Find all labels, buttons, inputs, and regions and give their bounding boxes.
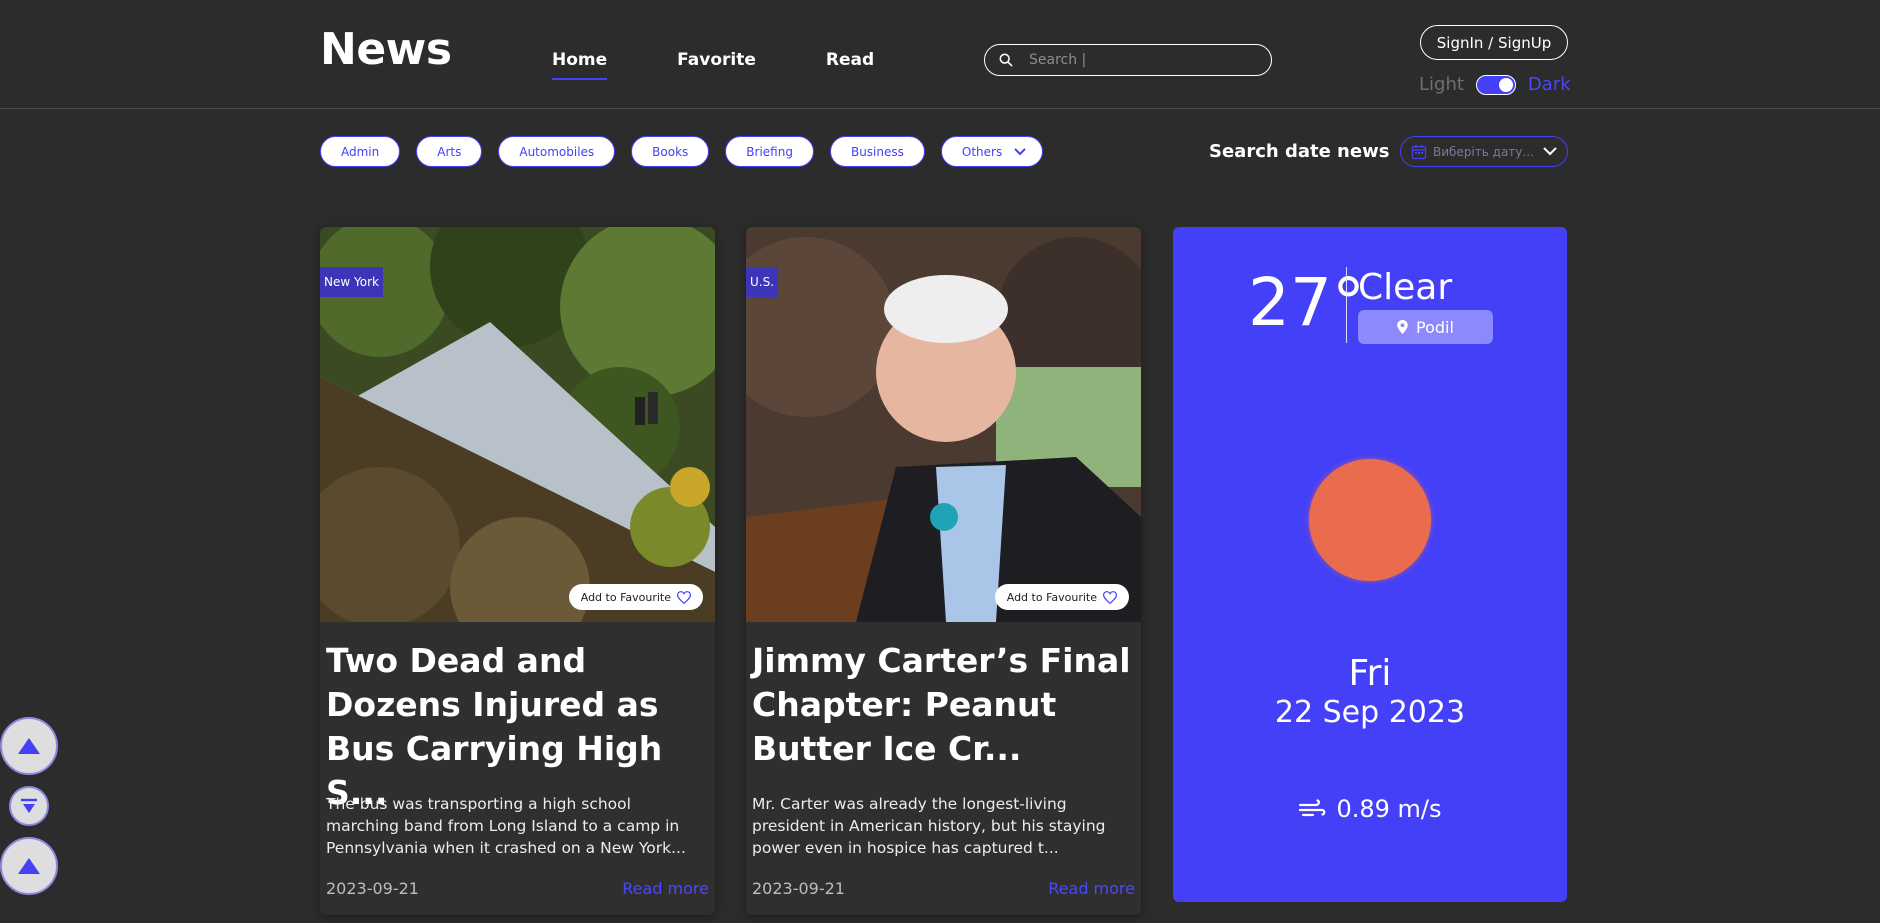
weather-condition: Clear	[1358, 267, 1453, 308]
category-tag[interactable]: New York	[320, 267, 383, 297]
card-date: 2023-09-21	[326, 879, 419, 898]
chevron-down-icon	[1014, 147, 1026, 155]
category-briefing[interactable]: Briefing	[725, 136, 814, 167]
triangle-up-icon	[18, 738, 40, 754]
main-nav: Home Favorite Read	[552, 50, 874, 80]
location-pin-icon	[1397, 320, 1408, 334]
sun-icon	[1309, 459, 1431, 581]
news-image-jimmy-carter: U.S. Add to Favourite	[746, 227, 1141, 622]
read-more-link[interactable]: Read more	[1048, 879, 1135, 898]
chevron-down-icon	[1543, 147, 1557, 156]
date-picker-placeholder: Виберіть дату...	[1433, 144, 1534, 159]
site-logo[interactable]: News	[320, 24, 452, 75]
weather-widget: 27° Clear Podil Fri 22 Sep 2023 0.89 m/s	[1173, 227, 1567, 902]
location-name: Podil	[1416, 317, 1454, 337]
category-tag[interactable]: U.S.	[746, 267, 779, 297]
toggle-knob	[1498, 77, 1513, 92]
search-input[interactable]	[1027, 51, 1251, 69]
search-bar[interactable]	[984, 44, 1272, 76]
category-business[interactable]: Business	[829, 136, 925, 167]
scroll-up-button[interactable]	[0, 717, 58, 775]
add-to-favourite-button[interactable]: Add to Favourite	[568, 584, 703, 610]
site-header: News Home Favorite Read SignIn / SignUp …	[0, 0, 1880, 109]
card-description: Mr. Carter was already the longest-livin…	[752, 795, 1106, 857]
category-others-dropdown[interactable]: Others	[940, 136, 1044, 167]
signin-signup-button[interactable]: SignIn / SignUp	[1420, 25, 1568, 60]
wind-speed: 0.89 m/s	[1336, 795, 1442, 823]
category-admin[interactable]: Admin	[320, 136, 401, 167]
heart-icon	[1103, 590, 1117, 604]
card-title[interactable]: Two Dead and Dozens Injured as Bus Carry…	[326, 639, 706, 815]
temperature: 27°	[1248, 264, 1365, 341]
nav-home[interactable]: Home	[552, 50, 608, 80]
wind-icon	[1299, 799, 1326, 817]
calendar-icon	[1411, 144, 1427, 159]
others-label: Others	[961, 144, 1003, 159]
location-badge: Podil	[1358, 310, 1493, 344]
theme-dark-label: Dark	[1527, 74, 1571, 95]
fav-label: Add to Favourite	[1006, 590, 1097, 604]
theme-switcher: Light Dark	[1419, 74, 1571, 95]
nav-favorite[interactable]: Favorite	[677, 50, 756, 70]
category-automobiles[interactable]: Automobiles	[498, 136, 616, 167]
fav-label: Add to Favourite	[580, 590, 671, 604]
news-card: U.S. Add to Favourite Jimmy Carter’s Fin…	[746, 227, 1141, 915]
theme-light-label: Light	[1419, 74, 1464, 95]
add-to-favourite-button[interactable]: Add to Favourite	[994, 584, 1129, 610]
search-date-label: Search date news	[1209, 141, 1390, 162]
category-filters: Admin Arts Automobiles Books Briefing Bu…	[320, 136, 1044, 167]
weather-day: Fri	[1348, 653, 1392, 694]
scroll-to-bottom-button[interactable]	[9, 786, 49, 826]
news-image-bus-crash: New York Add to Favourite	[320, 227, 715, 622]
theme-toggle[interactable]	[1475, 74, 1516, 95]
card-date: 2023-09-21	[752, 879, 845, 898]
news-card: New York Add to Favourite Two Dead and D…	[320, 227, 715, 915]
heart-icon	[677, 590, 691, 604]
read-more-link[interactable]: Read more	[622, 879, 709, 898]
wind-info: 0.89 m/s	[1173, 795, 1567, 823]
date-picker[interactable]: Виберіть дату...	[1400, 136, 1568, 167]
scroll-top-button[interactable]	[0, 837, 58, 895]
category-books[interactable]: Books	[631, 136, 710, 167]
category-arts[interactable]: Arts	[416, 136, 483, 167]
weather-divider	[1346, 267, 1347, 343]
nav-read[interactable]: Read	[826, 50, 874, 70]
card-title[interactable]: Jimmy Carter’s Final Chapter: Peanut But…	[752, 639, 1132, 771]
search-icon	[999, 53, 1013, 67]
card-description: The bus was transporting a high school m…	[326, 795, 686, 857]
filter-down-icon	[21, 798, 37, 813]
weather-date: 22 Sep 2023	[1274, 695, 1466, 730]
triangle-up-icon	[18, 858, 40, 874]
